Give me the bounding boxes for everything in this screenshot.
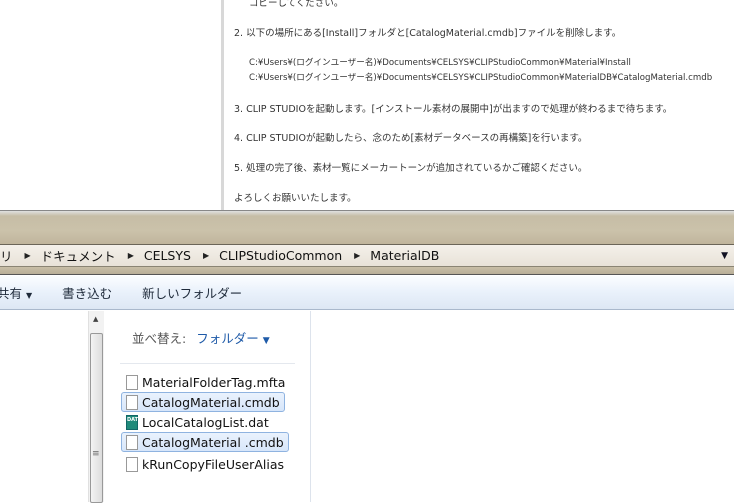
file-name: MaterialFolderTag.mfta <box>142 374 286 390</box>
breadcrumb-item[interactable]: リ <box>0 246 13 265</box>
burn-button[interactable]: 書き込む <box>62 283 112 302</box>
dat-file-icon: DAT <box>126 414 138 430</box>
doc-line: 4. CLIP STUDIOが起動したら、念のため[素材データベースの再構築]を… <box>234 133 588 144</box>
sort-value[interactable]: フォルダー <box>196 331 259 346</box>
doc-line: 3. CLIP STUDIOを起動します。[インストール素材の展開中]が出ますの… <box>234 104 673 115</box>
doc-line: コピーしてください。 <box>249 0 344 9</box>
command-bar: 共有 ▼ 書き込む 新しいフォルダー <box>0 276 734 310</box>
file-item[interactable]: kRunCopyFileUserAlias <box>121 454 289 474</box>
title-bar[interactable] <box>0 210 734 244</box>
share-label: 共有 <box>0 286 23 301</box>
sort-dropdown-icon[interactable]: ▼ <box>263 336 270 346</box>
doc-path: C:¥Users¥(ログインユーザー名)¥Documents¥CELSYS¥CL… <box>249 58 631 68</box>
address-bar-frame <box>0 267 734 275</box>
breadcrumb-arrow-icon[interactable]: ▶ <box>128 251 134 260</box>
address-dropdown-icon[interactable]: ▼ <box>721 251 728 261</box>
file-item[interactable]: DAT LocalCatalogList.dat <box>121 412 274 432</box>
breadcrumb-item[interactable]: ドキュメント <box>41 246 116 265</box>
file-item[interactable]: MaterialFolderTag.mfta <box>121 372 290 392</box>
doc-line: よろしくお願いいたします。 <box>234 193 357 204</box>
nav-scrollbar[interactable]: ▲ ≡ <box>88 311 104 503</box>
breadcrumb-arrow-icon[interactable]: ▶ <box>203 251 209 260</box>
breadcrumb-arrow-icon[interactable]: ▶ <box>25 251 31 260</box>
breadcrumb-item[interactable]: CLIPStudioCommon <box>219 248 342 263</box>
file-item[interactable]: CatalogMaterial .cmdb <box>121 432 289 452</box>
doc-line: 2. 以下の場所にある[Install]フォルダと[CatalogMateria… <box>234 28 622 39</box>
preview-pane <box>312 311 734 502</box>
scroll-grip-icon: ≡ <box>92 449 100 459</box>
file-name: LocalCatalogList.dat <box>142 414 269 430</box>
breadcrumb-item[interactable]: MaterialDB <box>370 248 439 263</box>
address-bar[interactable]: リ ▶ ドキュメント ▶ CELSYS ▶ CLIPStudioCommon ▶… <box>0 244 734 267</box>
doc-line: 5. 処理の完了後、素材一覧にメーカートーンが追加されているかご確認ください。 <box>234 163 588 174</box>
divider <box>120 363 295 364</box>
file-icon <box>126 434 138 450</box>
explorer-window: リ ▶ ドキュメント ▶ CELSYS ▶ CLIPStudioCommon ▶… <box>0 210 734 503</box>
doc-path: C:¥Users¥(ログインユーザー名)¥Documents¥CELSYS¥CL… <box>249 73 713 83</box>
file-item[interactable]: CatalogMaterial.cmdb <box>121 392 285 412</box>
file-icon <box>126 456 138 472</box>
document-border <box>221 0 224 211</box>
document-view: コピーしてください。 2. 以下の場所にある[Install]フォルダと[Cat… <box>0 0 734 211</box>
share-dropdown-icon: ▼ <box>26 291 33 300</box>
scroll-thumb[interactable] <box>90 333 103 503</box>
file-icon <box>126 394 138 410</box>
share-button[interactable]: 共有 ▼ <box>0 283 32 302</box>
new-folder-button[interactable]: 新しいフォルダー <box>142 283 242 302</box>
breadcrumb-arrow-icon[interactable]: ▶ <box>354 251 360 260</box>
sort-control[interactable]: 並べ替え: フォルダー ▼ <box>132 328 270 347</box>
file-icon <box>126 374 138 390</box>
sort-label: 並べ替え: <box>132 331 187 346</box>
file-name: CatalogMaterial .cmdb <box>142 434 284 450</box>
breadcrumb-item[interactable]: CELSYS <box>144 248 191 263</box>
scroll-up-icon[interactable]: ▲ <box>93 315 98 323</box>
file-name: CatalogMaterial.cmdb <box>142 394 280 410</box>
file-name: kRunCopyFileUserAlias <box>142 456 284 472</box>
file-list[interactable]: 並べ替え: フォルダー ▼ MaterialFolderTag.mfta Catal… <box>105 311 311 502</box>
